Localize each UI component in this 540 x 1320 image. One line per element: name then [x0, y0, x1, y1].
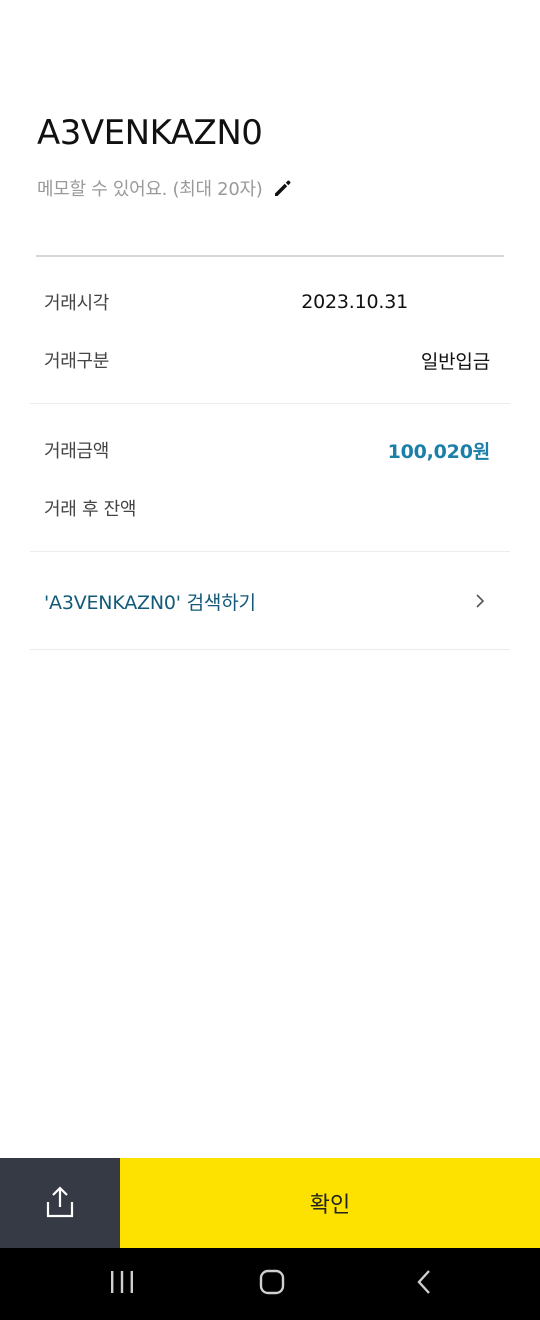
- recent-apps-button[interactable]: [72, 1248, 172, 1320]
- section-divider: [30, 551, 510, 552]
- row-label: 거래 후 잔액: [44, 499, 137, 520]
- share-button[interactable]: [0, 1158, 120, 1248]
- row-label: 거래금액: [44, 441, 110, 462]
- home-icon: [259, 1269, 285, 1299]
- pencil-icon[interactable]: [273, 178, 293, 198]
- row-balance-after: 거래 후 잔액: [44, 493, 490, 523]
- share-icon: [45, 1185, 75, 1222]
- section-divider: [30, 649, 510, 650]
- title-divider: [36, 255, 504, 257]
- section-divider: [30, 403, 510, 404]
- memo-placeholder: 메모할 수 있어요. (최대 20자): [37, 179, 263, 200]
- row-label: 거래구분: [44, 351, 110, 372]
- row-label: 거래시각: [44, 293, 110, 314]
- search-link-label: 'A3VENKAZN0' 검색하기: [44, 591, 256, 614]
- back-button[interactable]: [374, 1248, 474, 1320]
- back-icon: [415, 1269, 433, 1299]
- confirm-button[interactable]: 확인: [120, 1158, 540, 1248]
- search-link-row[interactable]: 'A3VENKAZN0' 검색하기: [30, 553, 510, 649]
- bottom-action-bar: 확인: [0, 1158, 540, 1248]
- memo-edit-row[interactable]: 메모할 수 있어요. (최대 20자): [37, 174, 293, 202]
- row-transaction-amount: 거래금액 100,020원: [44, 435, 490, 465]
- chevron-right-icon: [474, 593, 486, 609]
- system-nav-bar: [0, 1248, 540, 1320]
- amount-value: 100,020원: [387, 440, 491, 463]
- row-value: 2023.10.31: [301, 291, 408, 313]
- row-transaction-time: 거래시각 2023.10.31: [44, 287, 490, 317]
- recent-apps-icon: [109, 1270, 135, 1298]
- home-button[interactable]: [222, 1248, 322, 1320]
- transaction-detail-screen: A3VENKAZN0 메모할 수 있어요. (최대 20자) 거래시각 2023…: [0, 0, 540, 1320]
- row-transaction-type: 거래구분 일반입금: [44, 345, 490, 375]
- row-value: 일반입금: [420, 350, 490, 373]
- page-title: A3VENKAZN0: [37, 113, 263, 153]
